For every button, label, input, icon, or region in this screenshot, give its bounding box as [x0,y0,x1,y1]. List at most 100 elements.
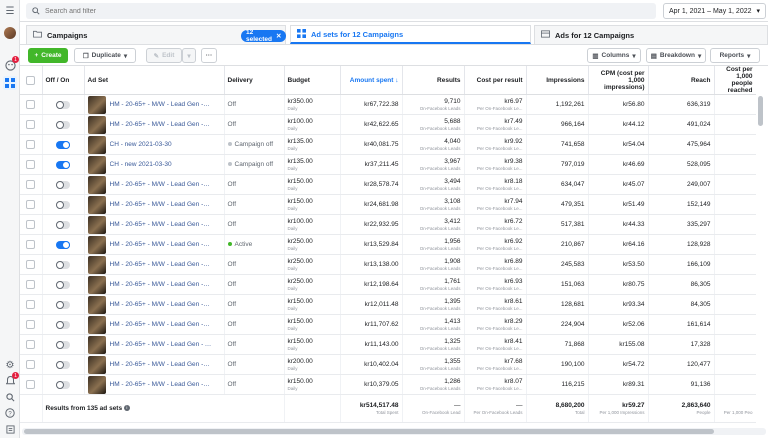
col-cpm[interactable]: CPM (cost per 1,000 impressions) [588,66,649,95]
ad-set-cell[interactable]: HM - 20-65+ - M/W - Lead Gen - Gam... [84,374,225,395]
edit-button[interactable]: ✎ Edit [146,48,182,63]
search-icon[interactable] [3,390,17,404]
row-checkbox[interactable] [26,260,36,269]
search-input[interactable] [45,7,625,15]
budget-cell[interactable]: kr150.00 Daily [284,174,341,195]
ad-set-cell[interactable]: HM - 20-65+ - M/W - Lead Gen - Nors... [84,114,225,135]
on-off-toggle[interactable] [56,280,70,289]
ad-set-cell[interactable]: CH - new 2021-03-30 [84,134,225,155]
budget-cell[interactable]: kr100.00 Daily [284,114,341,135]
row-toggle-cell[interactable] [42,154,85,175]
settings-icon[interactable]: ⚙ [3,358,17,372]
ad-set-cell[interactable]: HM - 20-65+ - M/W - Lead Gen - Myth... [84,294,225,315]
on-off-toggle[interactable] [56,160,70,169]
on-off-toggle[interactable] [56,220,70,229]
ad-set-name[interactable]: HM - 20-65+ - M/W - Lead Gen - Myth... [110,261,212,268]
row-checkbox-cell[interactable] [20,174,43,195]
table-row[interactable]: HM - 20-65+ - M/W - Lead Gen - Odin ... O… [20,194,756,215]
row-checkbox[interactable] [26,240,36,249]
ad-set-cell[interactable]: HM - 20-65+ - M/W - Lead Gen - Myth... [84,354,225,375]
row-checkbox[interactable] [26,320,36,329]
col-reach[interactable]: Reach [648,66,715,95]
row-toggle-cell[interactable] [42,374,85,395]
info-icon[interactable]: i [123,405,130,412]
ad-set-name[interactable]: HM - 20-65+ - M/W - Lead Gen - Odin ... [110,201,212,208]
row-checkbox-cell[interactable] [20,234,43,255]
tab-ad-sets[interactable]: Ad sets for 12 Campaigns [290,25,531,44]
col-off-on[interactable]: Off / On [42,66,85,95]
table-row[interactable]: HM - 20-65+ - M/W - Lead Gen - Myth... Of… [20,354,756,375]
budget-cell[interactable]: kr150.00 Daily [284,314,341,335]
row-toggle-cell[interactable] [42,294,85,315]
row-toggle-cell[interactable] [42,134,85,155]
col-results[interactable]: Results [402,66,465,95]
reports-button[interactable]: Reports ▾ [710,48,760,63]
row-checkbox[interactable] [26,120,36,129]
row-checkbox-cell[interactable] [20,94,43,115]
budget-cell[interactable]: kr100.00 Daily [284,214,341,235]
table-row[interactable]: HM - 20-65+ - M/W - Lead Gen - Myth... Of… [20,274,756,295]
on-off-toggle[interactable] [56,240,70,249]
table-row[interactable]: HM - 20-65+ - M/W - Lead Gen - Odin ... O… [20,174,756,195]
row-toggle-cell[interactable] [42,214,85,235]
row-checkbox[interactable] [26,140,36,149]
table-row[interactable]: CH - new 2021-03-30 Campaign off kr135.00 D… [20,154,756,175]
on-off-toggle[interactable] [56,100,70,109]
ad-set-cell[interactable]: HM - 20-65+ - M/W - Lead Gen - Myth... [84,214,225,235]
row-checkbox-cell[interactable] [20,154,43,175]
columns-button[interactable]: ▥ Columns ▾ [587,48,641,63]
duplicate-button[interactable]: ❐ Duplicate ▾ [74,48,136,63]
budget-cell[interactable]: kr150.00 Daily [284,194,341,215]
row-checkbox-cell[interactable] [20,214,43,235]
tab-campaigns[interactable]: Campaigns 12 selected ✕ [26,25,287,44]
ad-set-name[interactable]: HM - 20-65+ - M/W - Lead Gen - Odin ... [110,181,212,188]
ad-set-cell[interactable]: HM - 20-65+ - M/W - Lead Gen - Look... [84,94,225,115]
budget-cell[interactable]: kr350.00 Daily [284,94,341,115]
row-checkbox-cell[interactable] [20,334,43,355]
row-checkbox-cell[interactable] [20,194,43,215]
ad-set-name[interactable]: HM - 20-65+ - M/W - Lead Gen - Look... [110,101,212,108]
row-toggle-cell[interactable] [42,274,85,295]
row-checkbox[interactable] [26,380,36,389]
ad-set-name[interactable]: HM - 20-65+ - M/W - Lead Gen - Nors... [110,241,212,248]
table-row[interactable]: HM - 20-65+ - M/W - Lead Gen - Odin ... O… [20,314,756,335]
create-button[interactable]: + Create [28,48,68,63]
ad-set-cell[interactable]: HM - 20-65+ - M/W - Lead Gen - Odin ... [84,314,225,335]
row-toggle-cell[interactable] [42,354,85,375]
breakdown-button[interactable]: ▤ Breakdown ▾ [646,48,706,63]
budget-cell[interactable]: kr250.00 Daily [284,254,341,275]
row-checkbox-cell[interactable] [20,314,43,335]
ad-set-name[interactable]: HM - 20-65+ - M/W - Lead Gen - Nors... [110,121,212,128]
row-checkbox[interactable] [26,200,36,209]
ad-set-name[interactable]: HM - 20-65+ - M/W - Lead Gen - Gam... [110,381,212,388]
select-all-header[interactable] [20,66,43,95]
ad-set-cell[interactable]: HM - 20-65+ - M/W - Lead Gen - Myth... [84,274,225,295]
table-row[interactable]: HM - 20-65+ - M/W - Lead Gen - Nors... Of… [20,114,756,135]
row-toggle-cell[interactable] [42,194,85,215]
ad-set-cell[interactable]: HM - 20-65+ - M/W - Lead Gen - Ancie... [84,334,225,355]
menu-icon[interactable]: ☰ [3,4,17,18]
row-toggle-cell[interactable] [42,234,85,255]
ad-set-cell[interactable]: CH - new 2021-03-30 [84,154,225,175]
row-checkbox-cell[interactable] [20,354,43,375]
edit-dropdown-button[interactable]: ▾ [182,48,196,63]
row-toggle-cell[interactable] [42,334,85,355]
row-checkbox-cell[interactable] [20,374,43,395]
row-checkbox[interactable] [26,360,36,369]
ad-set-name[interactable]: HM - 20-65+ - M/W - Lead Gen - Odin ... [110,321,212,328]
on-off-toggle[interactable] [56,300,70,309]
help-icon[interactable]: ? [3,406,17,420]
row-checkbox[interactable] [26,220,36,229]
close-icon[interactable]: ✕ [276,32,281,40]
horizontal-scrollbar[interactable] [22,428,766,435]
ad-set-cell[interactable]: HM - 20-65+ - M/W - Lead Gen - Nors... [84,234,225,255]
horizontal-scroll-thumb[interactable] [24,429,714,434]
col-budget[interactable]: Budget [284,66,341,95]
search-box[interactable] [26,3,656,19]
row-checkbox-cell[interactable] [20,114,43,135]
table-row[interactable]: HM - 20-65+ - M/W - Lead Gen - Myth... Of… [20,294,756,315]
budget-cell[interactable]: kr250.00 Daily [284,274,341,295]
row-toggle-cell[interactable] [42,94,85,115]
ad-set-name[interactable]: HM - 20-65+ - M/W - Lead Gen - Myth... [110,221,212,228]
ad-set-cell[interactable]: HM - 20-65+ - M/W - Lead Gen - Myth... [84,254,225,275]
